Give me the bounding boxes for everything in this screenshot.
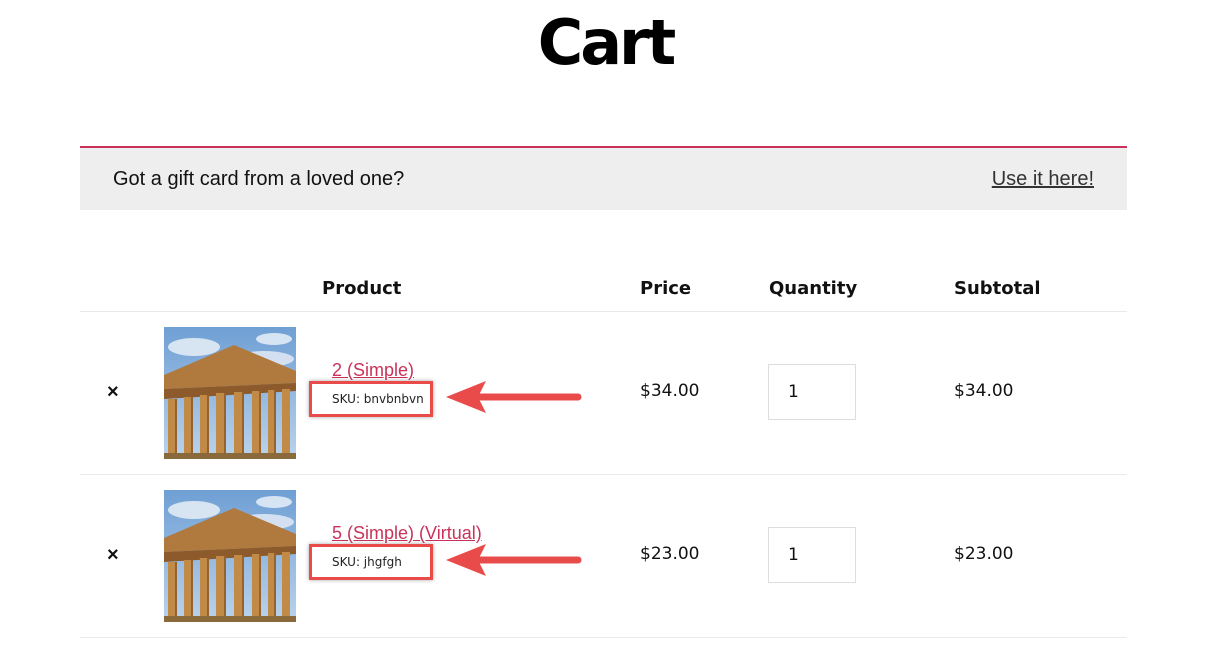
column-header-subtotal: Subtotal	[954, 278, 1041, 299]
remove-item-button[interactable]: ×	[107, 382, 119, 402]
product-name-link[interactable]: 2 (Simple)	[332, 360, 414, 381]
annotation-arrow-icon	[446, 381, 582, 413]
product-sku: SKU: jhgfgh	[332, 555, 402, 569]
gift-card-notice: Got a gift card from a loved one? Use it…	[80, 146, 1127, 210]
column-header-product: Product	[322, 278, 402, 299]
item-subtotal: $23.00	[954, 544, 1014, 564]
product-thumbnail[interactable]	[164, 327, 296, 459]
item-subtotal: $34.00	[954, 381, 1014, 401]
page-title: Cart	[537, 6, 677, 79]
column-header-quantity: Quantity	[769, 278, 858, 299]
cart-item-row: ×	[80, 475, 1127, 638]
product-sku: SKU: bnvbnbvn	[332, 392, 424, 406]
cart-item-row: ×	[80, 312, 1127, 475]
gift-card-notice-text: Got a gift card from a loved one?	[113, 168, 405, 190]
annotation-arrow-icon	[446, 544, 582, 576]
sku-highlight-box: SKU: jhgfgh	[309, 544, 433, 580]
temple-image-icon	[164, 490, 296, 622]
item-price: $34.00	[640, 381, 700, 401]
product-thumbnail[interactable]	[164, 490, 296, 622]
sku-highlight-box: SKU: bnvbnbvn	[309, 381, 433, 417]
use-gift-card-link[interactable]: Use it here!	[992, 168, 1094, 191]
quantity-input[interactable]	[768, 364, 856, 420]
temple-image-icon	[164, 327, 296, 459]
item-price: $23.00	[640, 544, 700, 564]
quantity-input[interactable]	[768, 527, 856, 583]
remove-item-button[interactable]: ×	[107, 545, 119, 565]
column-header-price: Price	[640, 278, 692, 299]
